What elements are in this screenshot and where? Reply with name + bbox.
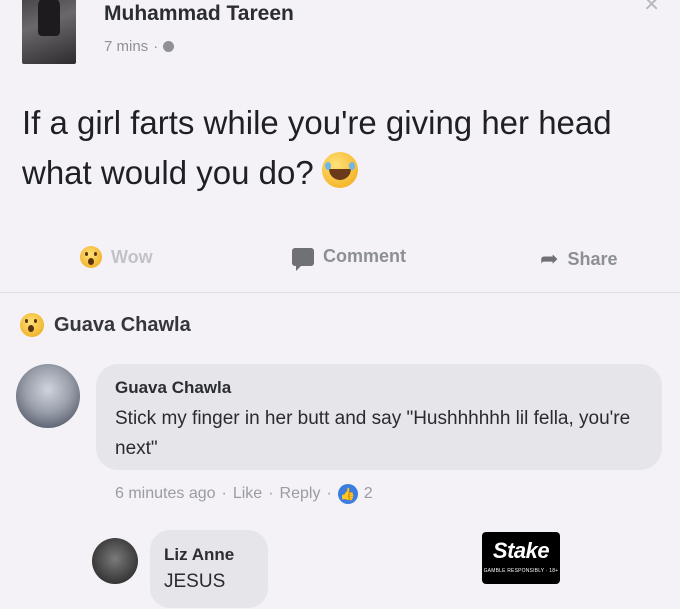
reaction-summary[interactable]: Guava Chawla [20, 313, 191, 337]
comment-icon [292, 247, 314, 271]
stake-watermark-logo: Stake GAMBLE RESPONSIBLY · 18+ [482, 532, 560, 584]
comment-label: Comment [323, 246, 407, 266]
like-link[interactable]: Like [233, 485, 262, 503]
commenter-avatar[interactable] [16, 364, 80, 428]
thumbs-up-icon[interactable]: 👍 [337, 484, 358, 504]
stake-tagline: GAMBLE RESPONSIBLY · 18+ [483, 568, 559, 574]
share-arrow-icon: ➦ [540, 246, 559, 271]
comment-button[interactable]: Comment [292, 246, 407, 271]
wow-emoji-icon [20, 313, 44, 337]
post-header: Muhammad Tareen 7 mins · ✕ [22, 0, 662, 66]
reply-text: JESUS [164, 571, 226, 592]
author-name[interactable]: Muhammad Tareen [104, 2, 294, 26]
wow-emoji-icon [80, 246, 102, 268]
reply-bubble [150, 530, 268, 608]
post-text: If a girl farts while you're giving her … [22, 98, 662, 198]
share-button[interactable]: ➦ Share [540, 246, 617, 272]
reactor-name: Guava Chawla [54, 313, 191, 336]
meta-separator: · [153, 38, 159, 55]
comment-text: Stick my finger in her butt and say "Hus… [115, 408, 631, 459]
close-icon[interactable]: ✕ [643, 0, 660, 17]
reply-link[interactable]: Reply [280, 485, 321, 503]
share-label: Share [567, 248, 618, 269]
globe-icon [163, 41, 175, 52]
comment-meta: 6 minutes ago · Like · Reply · 👍 2 [115, 484, 373, 504]
comment-time[interactable]: 6 minutes ago [115, 485, 216, 503]
wow-reaction-button[interactable]: Wow [80, 246, 153, 268]
stake-wordmark: Stake [492, 538, 550, 563]
reply-avatar[interactable] [92, 538, 138, 584]
meta-separator: · [326, 485, 332, 502]
post-body: If a girl farts while you're giving her … [22, 104, 612, 191]
meta-separator: · [268, 485, 274, 502]
post-time[interactable]: 7 mins [104, 38, 148, 55]
reply-author-name[interactable]: Liz Anne [164, 545, 234, 565]
like-count[interactable]: 2 [364, 485, 373, 503]
action-bar: Wow Comment ➦ Share [0, 232, 680, 284]
wow-label: Wow [111, 246, 153, 267]
author-avatar[interactable] [22, 0, 76, 64]
meta-separator: · [221, 485, 227, 502]
laughing-tears-emoji-icon [321, 152, 358, 188]
divider [0, 292, 680, 293]
commenter-name[interactable]: Guava Chawla [115, 378, 231, 398]
post-meta: 7 mins · [104, 38, 175, 55]
